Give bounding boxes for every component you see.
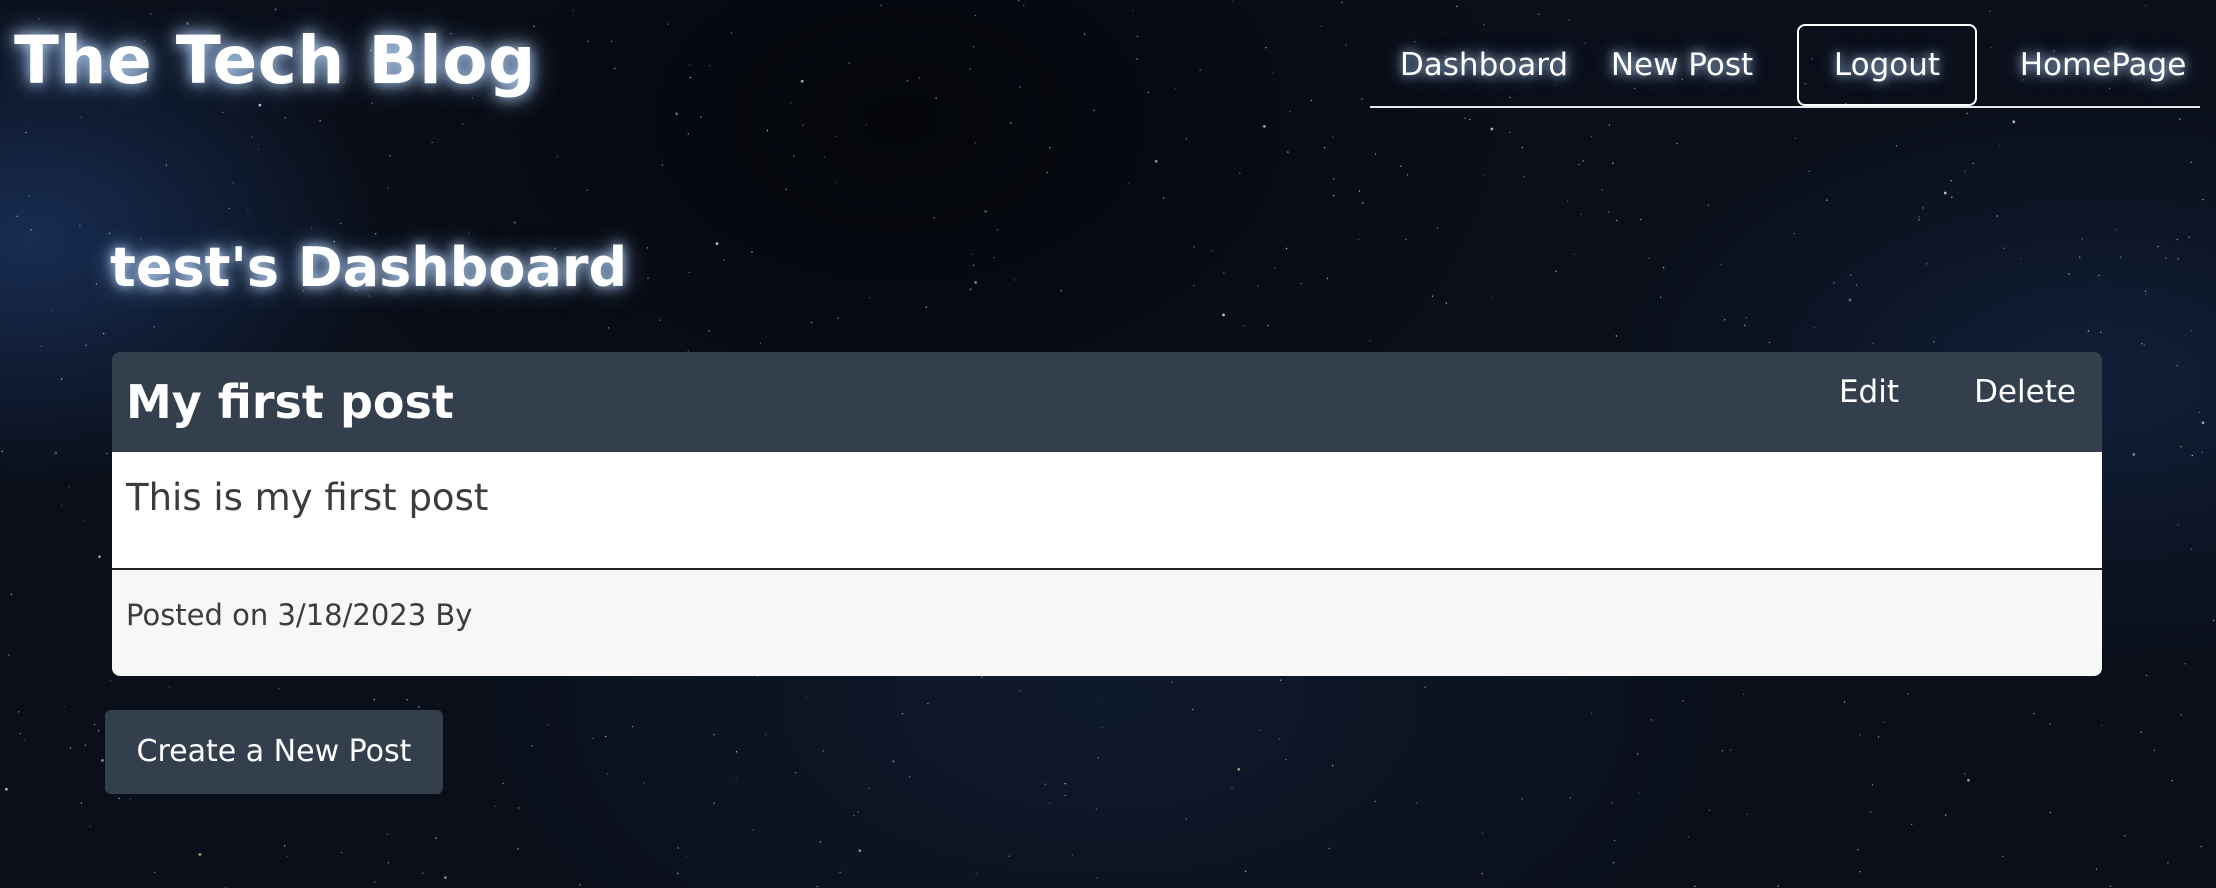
edit-post-button[interactable]: Edit: [1790, 352, 1948, 452]
post-title[interactable]: My first post: [126, 362, 454, 442]
nav-new-post-link[interactable]: New Post: [1598, 24, 1766, 106]
nav-logout-button[interactable]: Logout: [1797, 24, 1977, 106]
create-new-post-button[interactable]: Create a New Post: [105, 710, 443, 794]
post-card: My first post Edit Delete This is my fir…: [112, 352, 2102, 676]
post-card-header: My first post Edit Delete: [112, 352, 2102, 452]
post-content: This is my first post: [126, 476, 489, 519]
site-brand-title: The Tech Blog: [14, 22, 536, 99]
delete-post-button[interactable]: Delete: [1948, 352, 2102, 452]
nav-homepage-link[interactable]: HomePage: [2006, 24, 2200, 106]
dashboard-title: test's Dashboard: [110, 236, 628, 299]
main-navigation: Dashboard New Post Logout HomePage: [1370, 24, 2200, 108]
post-meta: Posted on 3/18/2023 By: [126, 598, 473, 632]
post-card-footer: Posted on 3/18/2023 By: [112, 570, 2102, 676]
post-card-body: This is my first post: [112, 452, 2102, 570]
nav-dashboard-link[interactable]: Dashboard: [1370, 24, 1598, 106]
